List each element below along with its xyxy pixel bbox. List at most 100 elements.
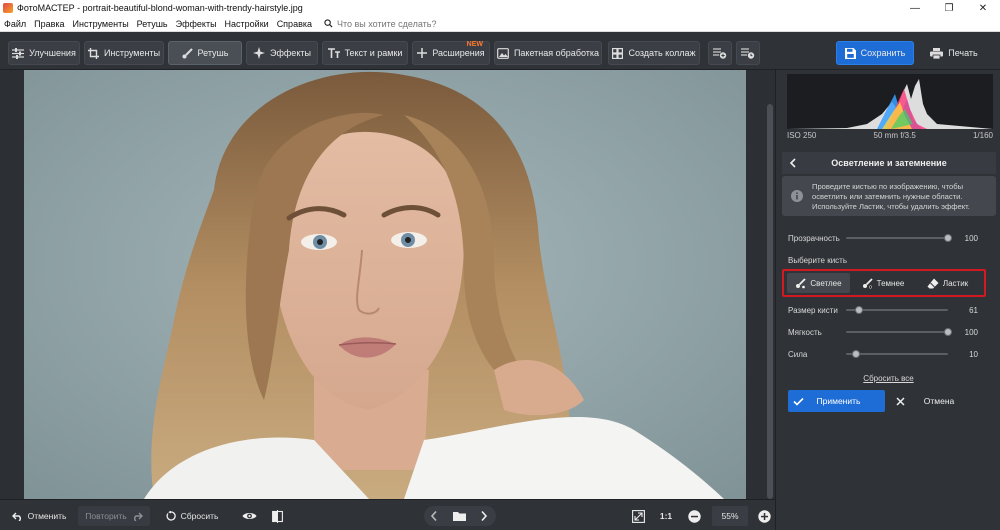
crop-icon (87, 47, 99, 59)
redo-icon (133, 512, 143, 521)
menu-retouch[interactable]: Ретушь (137, 19, 168, 29)
main-toolbar: Улучшения Инструменты Ретушь Эффекты Тек… (0, 32, 1000, 70)
zoom-out-button[interactable] (684, 506, 704, 526)
preview-toggle-button[interactable] (236, 506, 262, 526)
print-button[interactable]: Печать (916, 41, 992, 65)
undo-icon (11, 512, 21, 521)
canvas-vertical-scrollbar[interactable] (765, 70, 775, 499)
image-stack-icon (497, 47, 509, 59)
strength-slider-knob[interactable] (852, 350, 861, 358)
menu-help[interactable]: Справка (277, 19, 312, 29)
redo-label: Повторить (85, 511, 127, 521)
fit-to-screen-button[interactable] (628, 506, 648, 526)
reset-all-link[interactable]: Сбросить все (776, 374, 1000, 383)
menu-edit[interactable]: Правка (34, 19, 64, 29)
canvas-area[interactable] (0, 70, 775, 499)
opacity-slider-knob[interactable] (944, 234, 952, 242)
iso-value: ISO 250 (787, 131, 817, 140)
cancel-button[interactable]: Отмена (888, 390, 985, 412)
previous-image-button[interactable] (430, 510, 438, 524)
section-title: Осветление и затемнение (831, 158, 947, 168)
actual-size-button[interactable]: 1:1 (654, 506, 678, 526)
tab-enhancements[interactable]: Улучшения (8, 41, 80, 65)
reset-button[interactable]: Сбросить (162, 506, 222, 526)
menu-settings[interactable]: Настройки (225, 19, 269, 29)
brush-selector: Светлее Темнее Ластик (782, 269, 986, 297)
scrollbar-thumb[interactable] (767, 104, 773, 499)
sliders-clock-icon (741, 48, 755, 59)
tab-effects[interactable]: Эффекты (246, 41, 318, 65)
title-bar: ФотоМАСТЕР - portrait-beautiful-blond-wo… (0, 0, 1000, 16)
tab-extensions-label: Расширения (432, 48, 485, 58)
brush-size-row: Размер кисти 61 (788, 304, 978, 316)
compare-icon (271, 509, 283, 523)
close-button[interactable]: ✕ (966, 0, 1000, 16)
save-button[interactable]: Сохранить (836, 41, 914, 65)
menu-search (324, 18, 457, 29)
opacity-value: 100 (964, 233, 978, 243)
brush-size-slider-knob[interactable] (855, 306, 864, 314)
right-panel: ISO 250 50 mm f/3.5 1/160 Осветление и з… (775, 70, 1000, 530)
shutter-value: 1/160 (972, 131, 993, 140)
menu-file[interactable]: Файл (4, 19, 26, 29)
undo-button[interactable]: Отменить (6, 506, 72, 526)
menu-effects[interactable]: Эффекты (176, 19, 217, 29)
info-box: Проведите кистью по изображению, чтобы о… (782, 176, 996, 216)
softness-slider-knob[interactable] (944, 328, 952, 336)
brush-eraser-button[interactable]: Ластик (916, 273, 979, 293)
info-line-1: Проведите кистью по изображению, чтобы (812, 182, 964, 191)
tab-collage[interactable]: Создать коллаж (608, 41, 700, 65)
new-badge: NEW (466, 41, 483, 48)
brush-lighter-button[interactable]: Светлее (787, 273, 850, 293)
expand-icon (631, 509, 645, 523)
undo-label: Отменить (27, 511, 67, 521)
brush-darker-label: Темнее (876, 278, 905, 288)
back-button[interactable] (782, 158, 802, 168)
tab-tools[interactable]: Инструменты (84, 41, 164, 65)
search-icon (324, 19, 333, 28)
printer-icon (930, 47, 944, 59)
opacity-slider[interactable] (846, 237, 948, 239)
tab-retouch[interactable]: Ретушь (168, 41, 242, 65)
presets-add-button[interactable] (708, 41, 732, 65)
lens-value: 50 mm f/3.5 (873, 131, 916, 140)
portrait-photo (24, 70, 746, 499)
zoom-level[interactable]: 55% (712, 506, 748, 526)
apply-button[interactable]: Применить (788, 390, 885, 412)
app-logo-icon (3, 3, 13, 13)
print-label: Печать (948, 48, 978, 58)
tab-extensions[interactable]: Расширения NEW (412, 41, 490, 65)
tab-text-frames-label: Текст и рамки (344, 48, 403, 58)
tab-text-frames[interactable]: Текст и рамки (322, 41, 408, 65)
photo-canvas[interactable] (24, 70, 746, 499)
redo-button[interactable]: Повторить (78, 506, 150, 526)
checkmark-icon (793, 397, 804, 406)
brush-lighter-label: Светлее (810, 278, 842, 288)
opacity-row: Прозрачность 100 (788, 232, 978, 244)
minus-circle-icon (687, 509, 701, 523)
sliders-icon (12, 47, 25, 59)
restore-button[interactable]: ❐ (932, 0, 966, 16)
brush-lighter-icon (796, 277, 807, 288)
zoom-in-button[interactable] (754, 506, 774, 526)
tab-batch-processing[interactable]: Пакетная обработка (494, 41, 602, 65)
chevron-left-icon (789, 158, 796, 168)
open-folder-button[interactable] (453, 511, 466, 523)
window-title: ФотоМАСТЕР - portrait-beautiful-blond-wo… (17, 3, 303, 13)
plus-circle-icon (757, 509, 771, 523)
collage-icon (612, 47, 624, 59)
next-image-button[interactable] (480, 510, 488, 524)
menu-tools[interactable]: Инструменты (73, 19, 129, 29)
strength-slider[interactable] (846, 353, 948, 355)
presets-history-button[interactable] (736, 41, 760, 65)
minimize-button[interactable]: — (898, 0, 932, 16)
strength-row: Сила 10 (788, 348, 978, 360)
brush-darker-button[interactable]: Темнее (850, 273, 916, 293)
info-icon (791, 190, 803, 202)
strength-value: 10 (969, 349, 978, 359)
search-input[interactable] (337, 18, 457, 29)
compare-button[interactable] (264, 506, 290, 526)
softness-slider[interactable] (846, 331, 948, 333)
brush-darker-icon (862, 277, 873, 289)
histogram (787, 74, 993, 129)
